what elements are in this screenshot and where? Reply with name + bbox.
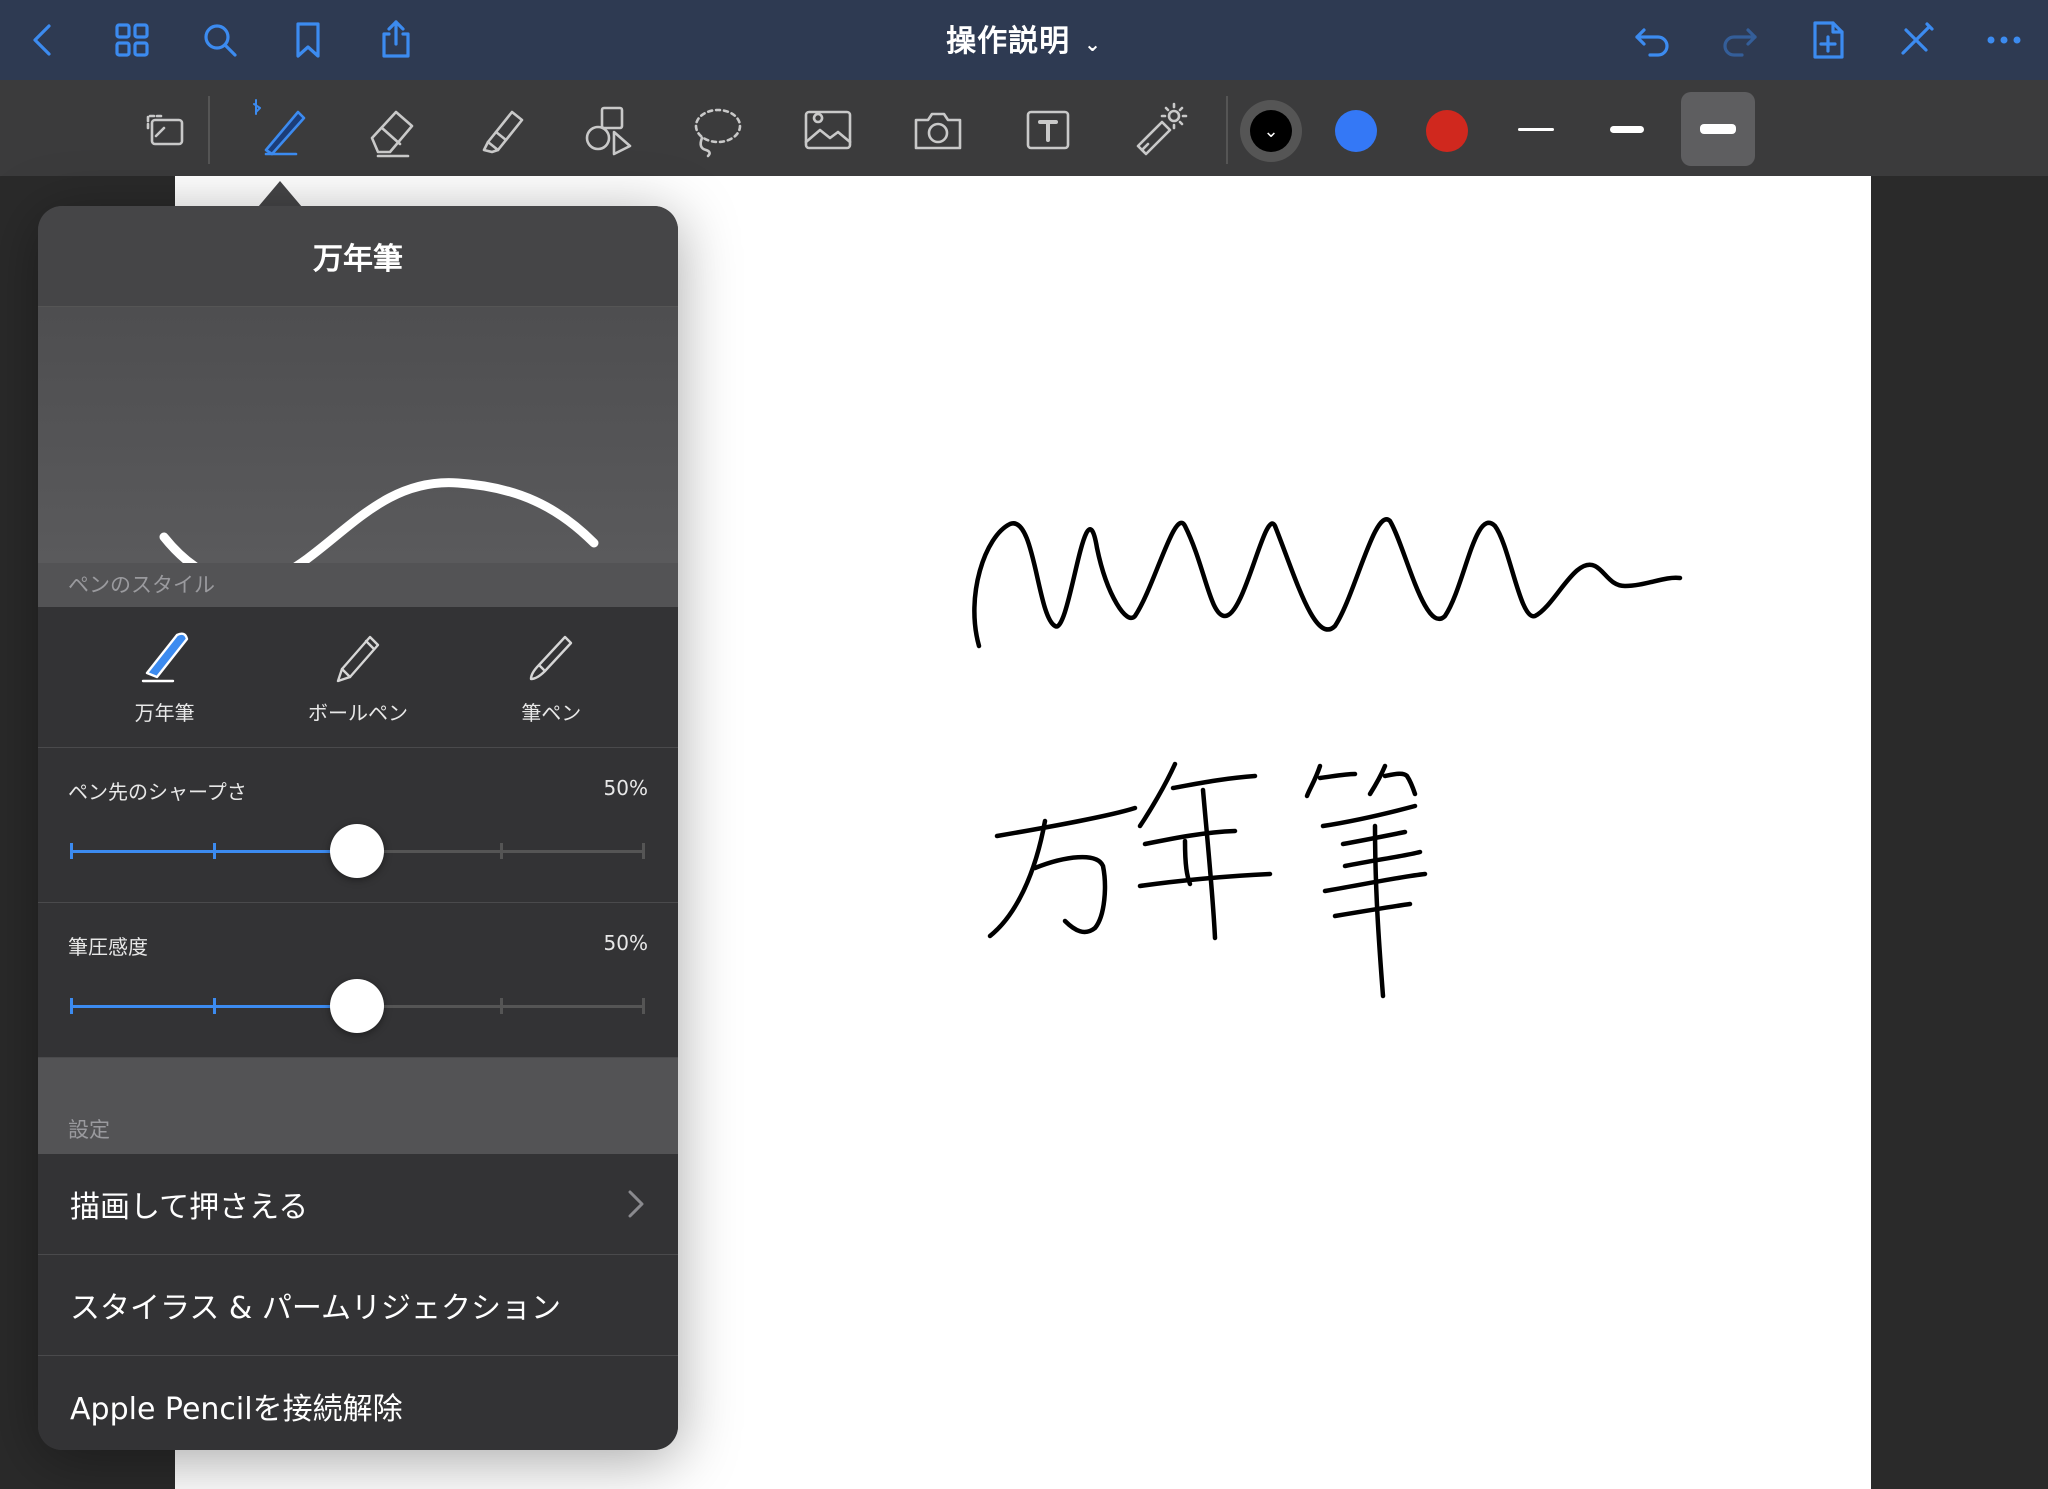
- slider-tick: [70, 998, 73, 1014]
- setting-label: Apple Pencilを接続解除: [70, 1392, 403, 1427]
- slider-tick: [642, 998, 645, 1014]
- highlighter-icon[interactable]: [464, 94, 536, 166]
- slider-tick: [500, 998, 503, 1014]
- thickness-thick[interactable]: [1700, 124, 1736, 134]
- shapes-icon[interactable]: [572, 94, 644, 166]
- style-fountain-pen[interactable]: 万年筆: [75, 607, 255, 747]
- color-swatch-black[interactable]: ⌄: [1250, 110, 1292, 152]
- pen-icon[interactable]: [248, 94, 320, 166]
- chevron-right-icon: [624, 1186, 648, 1230]
- style-label: 筆ペン: [521, 701, 582, 725]
- sharpness-value: 50%: [603, 776, 648, 800]
- pressure-label: 筆圧感度: [68, 935, 148, 959]
- style-brush-pen[interactable]: 筆ペン: [461, 607, 641, 747]
- redo-icon[interactable]: [1712, 12, 1768, 68]
- ballpoint-pen-icon: [336, 635, 380, 683]
- setting-label: 描画して押さえる: [70, 1190, 309, 1225]
- setting-draw-and-hold[interactable]: 描画して押さえる: [38, 1154, 678, 1255]
- pressure-slider-knob[interactable]: [330, 979, 384, 1033]
- image-icon[interactable]: [792, 94, 864, 166]
- settings-spacer: [38, 1058, 678, 1110]
- read-mode-icon[interactable]: [130, 94, 202, 166]
- slider-tick: [642, 843, 645, 859]
- document-title-text: 操作説明: [946, 24, 1071, 59]
- slider-tick: [213, 998, 216, 1014]
- camera-icon[interactable]: [902, 94, 974, 166]
- laser-pointer-icon[interactable]: [1122, 94, 1194, 166]
- lasso-icon[interactable]: [680, 94, 752, 166]
- sharpness-slider-knob[interactable]: [330, 824, 384, 878]
- popover-title: 万年筆: [38, 206, 678, 307]
- toolbar-divider: [208, 96, 210, 164]
- stroke-preview: [38, 307, 678, 588]
- thickness-medium[interactable]: [1610, 126, 1644, 133]
- setting-label: スタイラス & パームリジェクション: [70, 1291, 561, 1326]
- chevron-down-icon: ⌄: [1263, 120, 1279, 142]
- slider-tick: [70, 843, 73, 859]
- stroke-preview-curve: [159, 478, 599, 588]
- thickness-thin[interactable]: [1518, 128, 1554, 131]
- color-swatch-red[interactable]: [1426, 110, 1468, 152]
- settings-section-label: 設定: [38, 1110, 678, 1154]
- top-nav-bar: 操作説明 ⌄: [0, 0, 2048, 80]
- eraser-icon[interactable]: [356, 94, 428, 166]
- sharpness-label: ペン先のシャープさ: [68, 780, 247, 804]
- fountain-pen-icon: [141, 632, 188, 683]
- toolbar-divider: [1226, 96, 1228, 164]
- color-swatch-blue[interactable]: [1335, 110, 1377, 152]
- pen-style-section-label: ペンのスタイル: [38, 563, 678, 607]
- chevron-down-icon: ⌄: [1084, 32, 1102, 56]
- brush-pen-icon: [530, 635, 573, 681]
- undo-icon[interactable]: [1624, 12, 1680, 68]
- style-label: ボールペン: [307, 701, 408, 725]
- style-label: 万年筆: [134, 701, 195, 725]
- pen-settings-popover: 万年筆 ペンのスタイル 万年筆 ボールペン 筆ペン ペン先のシャープさ 50%: [38, 206, 678, 1450]
- more-icon[interactable]: [1976, 12, 2032, 68]
- pen-style-options: 万年筆 ボールペン 筆ペン: [38, 607, 678, 748]
- add-page-icon[interactable]: [1800, 12, 1856, 68]
- setting-stylus-palm-rejection[interactable]: スタイラス & パームリジェクション: [38, 1255, 678, 1356]
- text-icon[interactable]: [1012, 94, 1084, 166]
- style-ballpoint-pen[interactable]: ボールペン: [268, 607, 448, 747]
- setting-disconnect-apple-pencil[interactable]: Apple Pencilを接続解除: [38, 1356, 678, 1450]
- pressure-slider-row: 筆圧感度 50%: [38, 903, 678, 1058]
- slider-tick: [213, 843, 216, 859]
- pressure-value: 50%: [603, 931, 648, 955]
- sharpness-slider-row: ペン先のシャープさ 50%: [38, 748, 678, 903]
- close-pen-icon[interactable]: [1888, 12, 1944, 68]
- popover-arrow: [258, 181, 302, 207]
- slider-tick: [500, 843, 503, 859]
